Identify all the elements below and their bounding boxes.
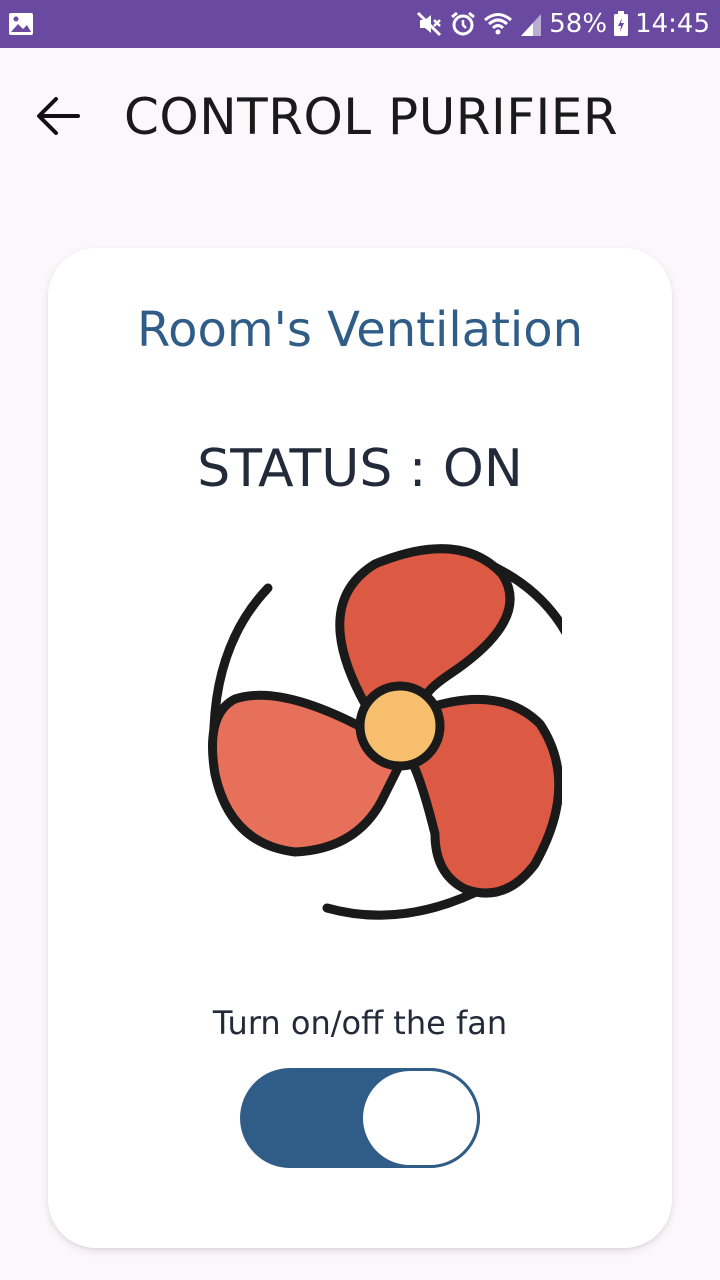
back-button[interactable] (30, 88, 86, 144)
fan-status: STATUS : ON (197, 439, 523, 499)
status-bar: 58% 14:45 (0, 0, 720, 48)
status-icons: 58% 14:45 (415, 0, 710, 48)
toggle-knob[interactable] (360, 1068, 480, 1168)
wifi-icon (484, 13, 513, 35)
battery-percent: 58% (549, 9, 608, 39)
battery-icon (614, 11, 629, 36)
page-title: CONTROL PURIFIER (124, 88, 619, 146)
ventilation-card: Room's Ventilation STATUS : ON Turn on/o… (48, 248, 672, 1248)
fan-icon (208, 544, 562, 920)
card-title: Room's Ventilation (136, 302, 584, 358)
image-notification-icon (9, 13, 33, 35)
app-header: CONTROL PURIFIER (0, 48, 720, 188)
clock: 14:45 (635, 9, 710, 39)
toggle-label: Turn on/off the fan (212, 1004, 508, 1042)
mute-icon (417, 11, 442, 37)
signal-icon (521, 14, 542, 36)
alarm-icon (451, 11, 476, 36)
fan-toggle-switch[interactable] (240, 1068, 480, 1168)
arrow-left-icon (37, 97, 80, 135)
